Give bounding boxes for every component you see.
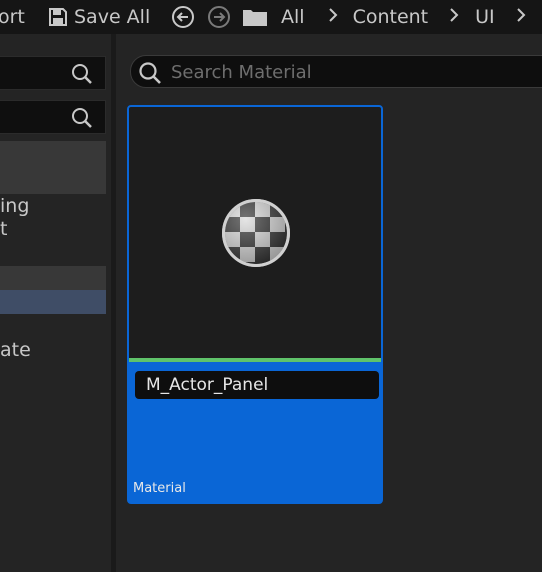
material-sphere-icon (222, 199, 290, 267)
chevron-right-icon[interactable] (327, 6, 339, 28)
search-icon (72, 64, 92, 84)
folder-icon (243, 10, 267, 26)
arrow-right-circle-icon (208, 6, 230, 28)
tree-item-label[interactable]: ing (0, 195, 29, 217)
asset-type-color-strip (129, 358, 381, 362)
search-icon (139, 62, 161, 84)
chevron-right-icon[interactable] (515, 6, 527, 28)
import-label: ort (0, 6, 25, 28)
import-button[interactable]: ort (0, 0, 25, 34)
tree-item-label[interactable]: ate (0, 339, 31, 361)
toolbar: ort Save All All Content UI (0, 0, 542, 34)
tree-item-header[interactable] (0, 266, 106, 291)
save-icon (49, 8, 67, 26)
search-icon (72, 108, 92, 128)
breadcrumb-all[interactable]: All (281, 6, 305, 28)
chevron-right-icon[interactable] (448, 6, 460, 28)
save-all-button[interactable]: Save All (48, 0, 150, 34)
sources-search-box[interactable] (0, 56, 106, 90)
breadcrumb-content[interactable]: Content (353, 6, 429, 28)
save-all-label: Save All (74, 6, 151, 28)
path-breadcrumb: All Content UI (242, 0, 527, 34)
asset-name-field[interactable] (135, 371, 379, 399)
tree-item-header[interactable] (0, 141, 106, 194)
content-browser: ort Save All All Content UI ing t ate Se… (0, 0, 542, 572)
breadcrumb-ui[interactable]: UI (475, 6, 495, 28)
paths-search-box[interactable] (0, 100, 106, 134)
asset-type-label: Material (133, 481, 186, 496)
tree-item-label[interactable]: t (0, 218, 7, 240)
asset-thumbnail (129, 107, 381, 358)
asset-tile[interactable]: Material (127, 105, 383, 504)
asset-search-box[interactable] (130, 55, 542, 88)
search-input[interactable] (171, 60, 531, 84)
arrow-left-circle-icon (172, 6, 194, 28)
tree-item-selected[interactable] (0, 290, 106, 314)
forward-button[interactable] (207, 0, 231, 34)
back-button[interactable] (171, 0, 195, 34)
